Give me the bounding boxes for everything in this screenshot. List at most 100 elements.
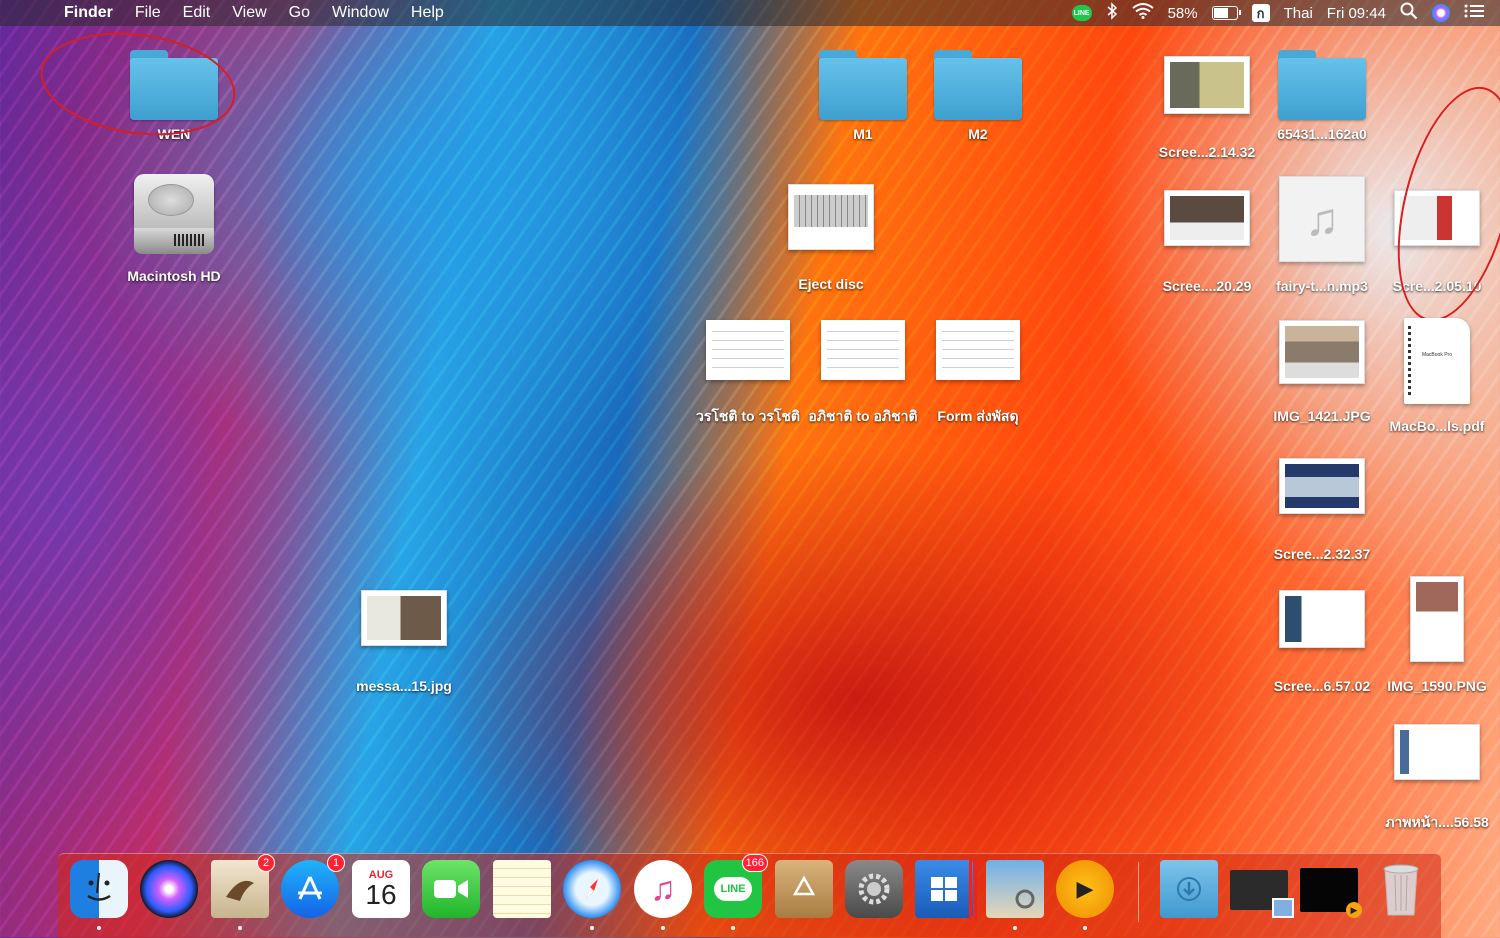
icon-label: Form ส่งพัสดุ xyxy=(937,408,1019,424)
play-icon: ▶ xyxy=(1056,860,1114,918)
menu-file[interactable]: File xyxy=(135,4,161,22)
desktop-file-scree-65702[interactable]: Scree...6.57.02 xyxy=(1266,590,1378,694)
image-stack-icon xyxy=(1230,870,1294,918)
icon-label: Scree....20.29 xyxy=(1162,278,1252,294)
desktop-file-scree-23237[interactable]: Scree...2.32.37 xyxy=(1266,458,1378,562)
notification-center-icon[interactable] xyxy=(1464,3,1484,23)
desktop-file-img-1590[interactable]: IMG_1590.PNG xyxy=(1381,576,1493,694)
dock-siri[interactable] xyxy=(140,860,198,918)
battery-percent[interactable]: 58% xyxy=(1168,5,1198,22)
icon-label: Scree...2.14.32 xyxy=(1158,144,1256,160)
dock-media-player[interactable]: ▶ xyxy=(1056,860,1114,930)
finder-icon xyxy=(70,860,128,918)
dock-parallels-windows[interactable] xyxy=(915,858,977,920)
line-status-icon[interactable]: LINE xyxy=(1071,5,1092,21)
gear-icon xyxy=(845,860,903,918)
icon-label: ภาพหน้า....56.58 xyxy=(1385,814,1489,830)
desktop-folder-m1[interactable]: M1 xyxy=(807,50,919,142)
menu-view[interactable]: View xyxy=(232,4,266,22)
icon-label: 65431...162a0 xyxy=(1277,126,1367,142)
spotlight-search-icon[interactable] xyxy=(1400,2,1418,24)
dock-finder[interactable] xyxy=(70,860,128,930)
dock-safari[interactable] xyxy=(563,860,621,930)
dock-downloads-folder[interactable] xyxy=(1160,860,1218,918)
icon-label: Scree...2.32.37 xyxy=(1273,546,1371,562)
desktop-file-macbook-pdf[interactable]: MacBook Pro MacBo...ls.pdf xyxy=(1381,318,1493,434)
battery-icon[interactable] xyxy=(1211,6,1241,20)
desktop-doc-1[interactable]: วรโชติ to วรโชติ xyxy=(692,320,804,428)
desktop-file-messa-jpg[interactable]: messa...15.jpg xyxy=(348,590,460,694)
desktop-file-img-1421[interactable]: IMG_1421.JPG xyxy=(1266,320,1378,424)
menu-window[interactable]: Window xyxy=(332,4,389,22)
dock-line[interactable]: LINE 166 xyxy=(704,854,768,930)
dock-archive-utility[interactable] xyxy=(775,860,833,918)
folder-icon xyxy=(819,50,907,120)
bluetooth-icon[interactable] xyxy=(1106,2,1118,24)
dock-preview[interactable] xyxy=(986,860,1044,930)
document-icon xyxy=(821,320,905,380)
desktop-folder-m2[interactable]: M2 xyxy=(922,50,1034,142)
image-thumbnail-icon xyxy=(1410,576,1464,662)
desktop-file-scree-2029[interactable]: Scree....20.29 xyxy=(1151,190,1263,294)
dock-mail[interactable]: 2 xyxy=(211,854,275,930)
image-thumbnail-icon xyxy=(1279,320,1365,384)
dock-stack-screenshots[interactable] xyxy=(1230,860,1294,918)
icon-label: MacBo...ls.pdf xyxy=(1389,418,1485,434)
desktop-doc-2[interactable]: อภิชาติ to อภิชาติ xyxy=(807,320,919,428)
document-icon xyxy=(706,320,790,380)
icon-label: Macintosh HD xyxy=(127,268,221,284)
input-source-label[interactable]: Thai xyxy=(1284,5,1313,22)
preview-photo-icon xyxy=(986,860,1044,918)
running-indicator xyxy=(238,926,242,930)
desktop-file-thai-image[interactable]: ภาพหน้า....56.58 xyxy=(1381,724,1493,834)
running-indicator xyxy=(97,926,101,930)
dock-trash[interactable] xyxy=(1372,860,1430,918)
image-thumbnail-icon xyxy=(1279,458,1365,514)
menu-app-finder[interactable]: Finder xyxy=(64,4,113,22)
running-indicator xyxy=(1083,926,1087,930)
menu-help[interactable]: Help xyxy=(411,4,444,22)
line-logo-text: LINE xyxy=(714,877,752,901)
windows-screen-icon xyxy=(915,858,977,920)
siri-menu-icon[interactable] xyxy=(1432,4,1450,22)
menu-go[interactable]: Go xyxy=(289,4,310,22)
dock-stack-video[interactable]: ▶ xyxy=(1300,860,1362,918)
calendar-icon: AUG 16 xyxy=(352,860,410,918)
dock-calendar[interactable]: AUG 16 xyxy=(352,860,410,918)
wifi-icon[interactable] xyxy=(1131,3,1154,23)
facetime-icon xyxy=(422,860,480,918)
desktop-drive-macintosh-hd[interactable]: Macintosh HD xyxy=(118,174,230,284)
icon-label: IMG_1421.JPG xyxy=(1273,408,1371,424)
desktop-file-scree-21432[interactable]: Scree...2.14.32 xyxy=(1151,56,1263,160)
dock-app-store[interactable]: 1 xyxy=(281,854,345,918)
input-source-icon[interactable]: ก xyxy=(1251,4,1270,22)
dock-separator xyxy=(1138,862,1139,922)
menu-bar: Finder File Edit View Go Window Help LIN… xyxy=(0,0,1500,26)
music-note-icon: ♫ xyxy=(1279,176,1365,262)
desktop-file-eject-disc[interactable]: Eject disc xyxy=(775,184,887,292)
pdf-cover-text: MacBook Pro xyxy=(1421,352,1452,358)
dock-notes[interactable] xyxy=(493,860,551,918)
dock-facetime[interactable] xyxy=(422,860,480,918)
dock-system-preferences[interactable] xyxy=(845,860,903,918)
menu-edit[interactable]: Edit xyxy=(183,4,211,22)
icon-label: M1 xyxy=(853,126,873,142)
icon-label: IMG_1590.PNG xyxy=(1387,678,1487,694)
image-thumbnail-icon xyxy=(1164,56,1250,114)
video-thumbnail-icon: ▶ xyxy=(1300,868,1362,918)
music-note-icon: ♫ xyxy=(634,860,692,918)
desktop-folder-65431[interactable]: 65431...162a0 xyxy=(1266,50,1378,142)
notes-icon xyxy=(493,860,551,918)
play-badge: ▶ xyxy=(1346,902,1362,918)
dock-itunes[interactable]: ♫ xyxy=(634,860,692,930)
icon-label: messa...15.jpg xyxy=(356,678,452,694)
hard-drive-icon xyxy=(134,174,214,258)
siri-icon xyxy=(140,860,198,918)
downloads-folder-icon xyxy=(1160,860,1218,918)
desktop-doc-3[interactable]: Form ส่งพัสดุ xyxy=(922,320,1034,428)
menu-clock[interactable]: Fri 09:44 xyxy=(1327,5,1386,22)
icon-label: วรโชติ to วรโชติ xyxy=(696,408,800,424)
trash-icon xyxy=(1372,860,1430,918)
calendar-day: 16 xyxy=(365,879,397,910)
desktop-file-fairy-mp3[interactable]: ♫ fairy-t...n.mp3 xyxy=(1266,176,1378,294)
